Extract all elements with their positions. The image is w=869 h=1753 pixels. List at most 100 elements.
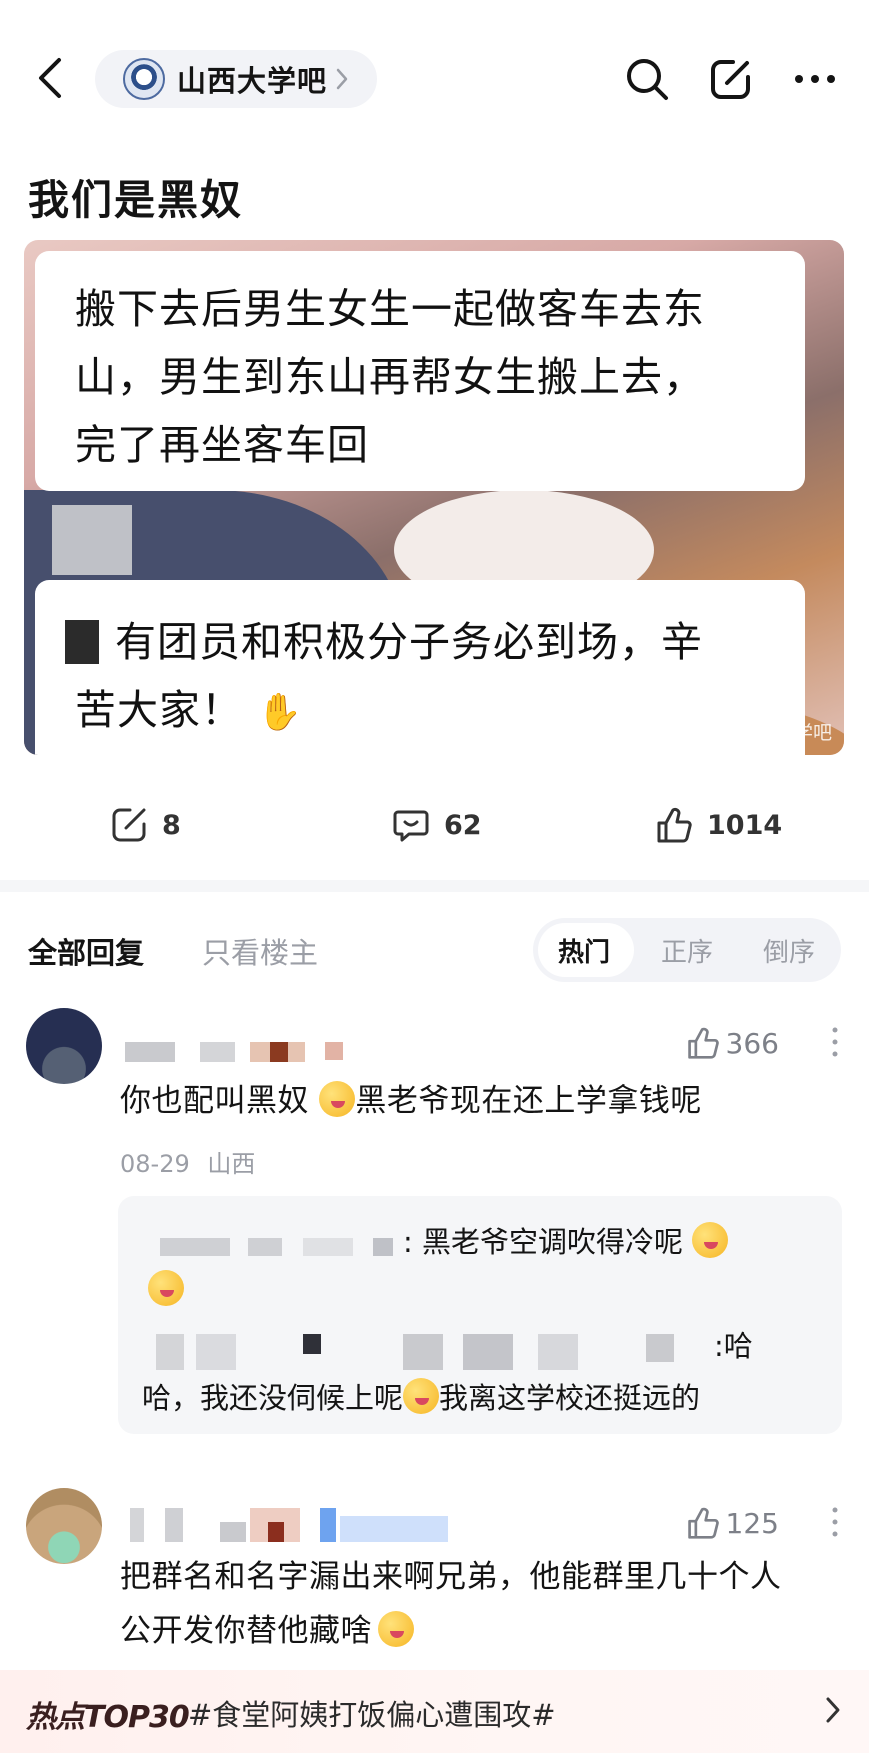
forum-name: 山西大学吧: [177, 64, 328, 98]
sort-hot[interactable]: 热门: [558, 932, 610, 969]
comment-text: 把群名和名字漏出来啊兄弟，他能群里几十个人 公开发你替他藏啥: [120, 1550, 782, 1658]
sub-reply-segment: : 黑老爷空调吹得冷呢: [403, 1225, 683, 1259]
redacted-username: [538, 1334, 578, 1370]
search-icon: [627, 59, 668, 100]
redacted-text: [65, 620, 99, 664]
comment-text: 你也配叫黑奴 黑老爷现在还上学拿钱呢: [120, 1074, 702, 1128]
thumbs-up-icon: [657, 807, 692, 843]
thumbs-up-icon: [687, 1027, 719, 1059]
comment-like-count: 125: [725, 1506, 779, 1540]
comment-date: 08-29: [120, 1150, 190, 1178]
comment-location: 山西: [207, 1150, 256, 1178]
redacted-username: [160, 1238, 230, 1256]
redacted-username: [196, 1334, 236, 1370]
laughing-emoji-icon: [319, 1081, 356, 1117]
more-button[interactable]: [791, 55, 839, 103]
avatar[interactable]: [26, 1488, 102, 1564]
chat-text-line: 有团员和积极分子务必到场，辛: [75, 608, 775, 676]
sort-segmented-control: 热门 正序 倒序: [533, 918, 841, 982]
avatar[interactable]: [26, 1008, 102, 1084]
redacted-username[interactable]: [120, 1508, 450, 1542]
chevron-right-icon: [825, 1696, 841, 1728]
edit-button[interactable]: [707, 55, 755, 103]
chat-text-segment: 苦大家！: [75, 686, 243, 734]
redacted-username: [248, 1238, 282, 1256]
post-title: 我们是黑奴: [28, 176, 243, 224]
chat-text-line: 完了再坐客车回: [75, 421, 369, 469]
share-button[interactable]: 8: [110, 806, 181, 844]
redacted-username: [156, 1334, 184, 1370]
hot-top30-badge: 热点TOP30: [26, 1700, 190, 1735]
post-image[interactable]: 搬下去后男生女生一起做客车去东 山，男生到东山再帮女生搬上去， 完了再坐客车回 …: [24, 240, 844, 755]
more-vertical-icon: [832, 1027, 838, 1057]
comment-count: 62: [444, 809, 482, 841]
sub-replies-box[interactable]: : 黑老爷空调吹得冷呢 :哈 哈，我还没伺候上呢 我离这学校还挺远的: [118, 1196, 842, 1434]
smirk-emoji-icon: [403, 1378, 440, 1414]
back-button[interactable]: [30, 52, 70, 104]
sub-reply-segment: 哈，我还没伺候上呢: [142, 1381, 404, 1415]
sub-reply-text: 哈，我还没伺候上呢 我离这学校还挺远的: [142, 1372, 700, 1424]
sub-reply-segment: 我离这学校还挺远的: [439, 1381, 701, 1415]
comment-item: 125 把群名和名字漏出来啊兄弟，他能群里几十个人 公开发你替他藏啥: [0, 1480, 869, 1660]
thumbs-up-icon: [687, 1507, 719, 1539]
redacted-username: [303, 1238, 353, 1256]
share-count: 8: [162, 809, 181, 841]
redacted-username: [463, 1334, 513, 1370]
sort-ascending[interactable]: 正序: [661, 932, 713, 969]
yum-emoji-icon: [692, 1222, 729, 1258]
redacted-avatar: [52, 505, 132, 575]
search-button[interactable]: [623, 55, 671, 103]
like-button[interactable]: 1014: [655, 806, 782, 844]
redacted-username[interactable]: [120, 1042, 343, 1064]
comment-button[interactable]: 62: [392, 806, 482, 844]
image-watermark: 大学吧: [774, 722, 832, 744]
top-bar: 山西大学吧: [0, 0, 869, 150]
share-icon: [112, 808, 146, 842]
comment-text-segment: 公开发你替他藏啥: [120, 1613, 372, 1649]
redacted-username: [373, 1238, 393, 1256]
hot-topic-text: #食堂阿姨打饭偏心遭围攻#: [188, 1698, 556, 1732]
tab-all-replies[interactable]: 全部回复: [28, 930, 144, 972]
redacted-username: [403, 1334, 443, 1370]
more-icon: [795, 75, 835, 83]
sort-descending[interactable]: 倒序: [763, 932, 815, 969]
comment-like-button[interactable]: 366: [686, 1026, 779, 1060]
sub-reply-emoji-line: [148, 1264, 184, 1316]
hot-topic-bar[interactable]: 热点TOP30 #食堂阿姨打饭偏心遭围攻#: [0, 1670, 869, 1753]
comment-text-segment: 黑老爷现在还上学拿钱呢: [355, 1083, 702, 1119]
yum-emoji-icon: [148, 1270, 184, 1306]
redacted-username: [646, 1334, 674, 1362]
forum-pill[interactable]: 山西大学吧: [95, 50, 377, 108]
forum-avatar: [123, 58, 165, 100]
tab-op-only[interactable]: 只看楼主: [202, 930, 318, 972]
praying-hands-icon: ✋: [257, 692, 303, 733]
comment-like-button[interactable]: 125: [686, 1506, 779, 1540]
more-vertical-icon: [832, 1507, 838, 1537]
post-action-bar: 8 62 1014: [0, 785, 869, 865]
chat-text-line: 搬下去后男生女生一起做客车去东: [75, 285, 705, 333]
comment-meta: 08-29 山西: [120, 1144, 255, 1179]
comment-text-segment: 你也配叫黑奴: [120, 1083, 309, 1119]
like-count: 1014: [707, 809, 783, 841]
comment-text-line: 把群名和名字漏出来啊兄弟，他能群里几十个人: [120, 1559, 782, 1595]
chat-bubble: 搬下去后男生女生一起做客车去东 山，男生到东山再帮女生搬上去， 完了再坐客车回: [35, 251, 805, 491]
comment-icon: [393, 810, 429, 842]
reply-tabs: 全部回复 只看楼主 热门 正序 倒序: [0, 918, 869, 982]
comment-more-button[interactable]: [831, 1506, 839, 1542]
yum-emoji-icon: [378, 1611, 414, 1647]
sub-reply-text: : 黑老爷空调吹得冷呢: [403, 1216, 729, 1268]
redacted-username: [303, 1334, 321, 1354]
chat-text-line: 苦大家！ ✋: [75, 676, 775, 747]
comment-more-button[interactable]: [831, 1026, 839, 1062]
comment-text-line: 公开发你替他藏啥: [120, 1604, 782, 1658]
sub-reply-text: :哈: [714, 1320, 753, 1372]
chat-bubble: 有团员和积极分子务必到场，辛 苦大家！ ✋: [35, 580, 805, 755]
chevron-right-icon: [335, 67, 349, 91]
chat-text-segment: 有团员和积极分子务必到场，辛: [115, 618, 703, 666]
section-divider: [0, 880, 869, 892]
chat-text-line: 山，男生到东山再帮女生搬上去，: [75, 353, 705, 401]
sub-reply-segment: :哈: [714, 1329, 753, 1363]
edit-icon: [711, 60, 750, 99]
comment-like-count: 366: [725, 1026, 779, 1060]
back-icon: [39, 58, 61, 98]
